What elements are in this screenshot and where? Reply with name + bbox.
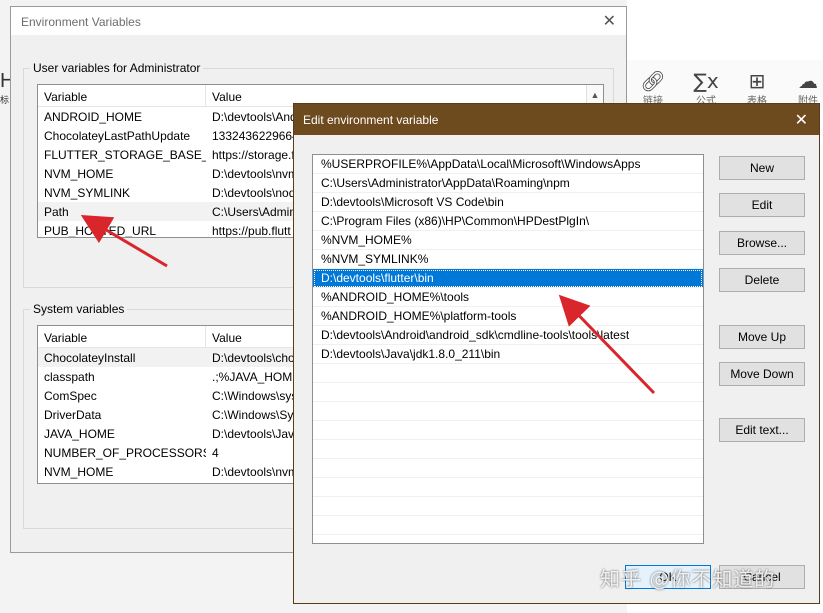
env-title-bar: Environment Variables ✕ [11,7,626,35]
system-var-name: JAVA_HOME [44,426,115,441]
formula-icon: ∑x [693,69,719,93]
user-var-name: NVM_SYMLINK [44,185,131,200]
system-var-name: ChocolateyInstall [44,350,136,365]
path-item[interactable]: D:\devtools\flutter\bin [313,269,703,288]
path-item[interactable]: %ANDROID_HOME%\tools [313,288,703,307]
table-icon: ⊞ [748,69,766,93]
path-item-empty[interactable] [313,402,703,421]
edit-dialog-title: Edit environment variable [303,113,439,127]
path-list[interactable]: %USERPROFILE%\AppData\Local\Microsoft\Wi… [312,154,704,544]
path-item-empty[interactable] [313,383,703,402]
path-item[interactable]: %NVM_SYMLINK% [313,250,703,269]
link-icon: 🔗︎ [640,69,666,93]
user-var-name: Path [44,204,69,219]
env-window-title: Environment Variables [21,15,141,29]
path-item[interactable]: %ANDROID_HOME%\platform-tools [313,307,703,326]
system-variables-label: System variables [30,302,128,316]
path-item-empty[interactable] [313,478,703,497]
edit-close-icon[interactable]: ✕ [795,110,808,130]
user-var-name: ANDROID_HOME [44,109,143,124]
delete-button[interactable]: Delete [719,268,805,292]
user-variables-label: User variables for Administrator [30,61,204,75]
edit-text-button[interactable]: Edit text... [719,418,805,442]
new-button[interactable]: New [719,156,805,180]
path-item[interactable]: D:\devtools\Microsoft VS Code\bin [313,193,703,212]
formula-tool[interactable]: ∑x 公式 [686,70,726,107]
user-var-name: PUB_HOSTED_URL [44,223,157,238]
move-down-button[interactable]: Move Down [719,362,805,386]
system-var-name: DriverData [44,407,102,422]
path-item-empty[interactable] [313,497,703,516]
move-up-button[interactable]: Move Up [719,325,805,349]
path-item[interactable]: C:\Program Files (x86)\HP\Common\HPDestP… [313,212,703,231]
path-item-empty[interactable] [313,364,703,383]
path-item-empty[interactable] [313,516,703,535]
path-item-empty[interactable] [313,421,703,440]
user-var-name: NVM_HOME [44,166,114,181]
watermark: 知乎 @你不知道的 [600,567,776,591]
path-item[interactable]: C:\Users\Administrator\AppData\Roaming\n… [313,174,703,193]
edit-environment-variable-dialog: Edit environment variable ✕ %USERPROFILE… [293,103,820,604]
path-item-empty[interactable] [313,459,703,478]
browse-button[interactable]: Browse... [719,231,805,255]
link-tool[interactable]: 🔗︎ 链接 [633,70,673,107]
table-tool[interactable]: ⊞ 表格 [737,70,777,107]
system-var-name: NVM_HOME [44,464,114,479]
path-item-empty[interactable] [313,440,703,459]
scroll-up-icon[interactable]: ▲ [586,85,603,105]
system-col-variable[interactable]: Variable [38,326,206,347]
user-var-name: FLUTTER_STORAGE_BASE_URL [44,147,206,162]
system-var-name: ComSpec [44,388,97,403]
edit-button[interactable]: Edit [719,193,805,217]
path-item[interactable]: %USERPROFILE%\AppData\Local\Microsoft\Wi… [313,155,703,174]
user-col-variable[interactable]: Variable [38,85,206,106]
user-var-name: ChocolateyLastPathUpdate [44,128,191,143]
path-item[interactable]: D:\devtools\Java\jdk1.8.0_211\bin [313,345,703,364]
env-close-icon[interactable]: ✕ [603,11,616,31]
system-var-name: classpath [44,369,95,384]
path-item[interactable]: %NVM_HOME% [313,231,703,250]
edit-title-bar: Edit environment variable ✕ [294,104,819,135]
path-item[interactable]: D:\devtools\Android\android_sdk\cmdline-… [313,326,703,345]
system-var-name: NUMBER_OF_PROCESSORS [44,445,206,460]
attachment-icon: ☁ [798,69,818,93]
attachment-tool[interactable]: ☁ 附件 [788,70,823,107]
